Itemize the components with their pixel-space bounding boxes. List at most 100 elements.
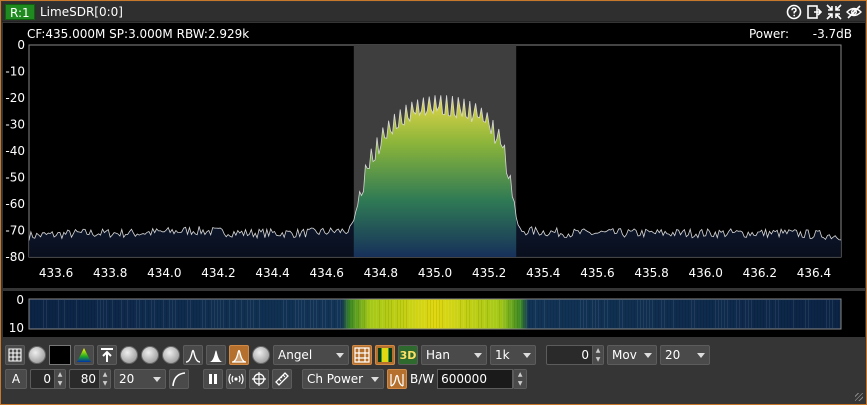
power-value: -3.7dB <box>812 27 852 41</box>
channel-power-marker-button[interactable] <box>387 369 407 389</box>
spin-arrows[interactable]: ▲ ▼ <box>99 370 110 388</box>
waterfall-streak <box>787 300 788 328</box>
3d-spectrogram-button[interactable]: 3D <box>398 345 418 365</box>
waterfall-streak <box>328 300 329 328</box>
waterfall-toggle-button[interactable] <box>375 345 395 365</box>
waterfall-streak <box>592 300 593 328</box>
waterfall-streak <box>379 300 380 328</box>
waterfall-streak <box>739 300 740 328</box>
measurement-select[interactable]: Ch Power <box>302 369 384 389</box>
shrink-icon[interactable] <box>825 3 843 21</box>
waterfall-streak <box>187 300 188 328</box>
fft-size-select[interactable]: 1k <box>490 345 536 365</box>
waterfall-streak <box>532 300 533 328</box>
averaging-mode-select[interactable]: Mov <box>607 345 657 365</box>
pause-button[interactable] <box>203 369 223 389</box>
waterfall-streak <box>835 300 836 328</box>
waterfall-streak <box>412 300 413 328</box>
fill-color-swatch[interactable] <box>49 345 71 365</box>
fft-overlap-spinbox[interactable]: 0 ▲ ▼ <box>546 345 604 365</box>
waterfall-streak <box>85 300 86 328</box>
waterfall-streak <box>310 300 311 328</box>
help-icon[interactable] <box>785 3 803 21</box>
waterfall-streak <box>331 300 332 328</box>
waterfall-trace-button[interactable] <box>229 345 249 365</box>
waterfall-streak <box>226 300 227 328</box>
auto-scale-button[interactable]: A <box>5 369 27 389</box>
waterfall-streak <box>559 300 560 328</box>
bandwidth-input[interactable]: 600000 <box>437 369 514 389</box>
waterfall-streak <box>163 300 164 328</box>
move-icon[interactable] <box>805 3 823 21</box>
waterfall-streak <box>526 300 527 328</box>
bandwidth-spin-arrows[interactable]: ▲ ▼ <box>513 369 528 389</box>
reference-level-spinbox[interactable]: 0 ▲ ▼ <box>30 369 66 389</box>
waterfall-streak <box>514 300 515 328</box>
waterfall-streak <box>334 300 335 328</box>
stroke-dial[interactable] <box>162 346 180 364</box>
grid-intensity-dial[interactable] <box>28 346 46 364</box>
grid-lines-button[interactable] <box>352 345 372 365</box>
waterfall-streak <box>355 300 356 328</box>
waterfall-streak <box>112 300 113 328</box>
waterfall-streak <box>673 300 674 328</box>
waterfall-streak <box>628 300 629 328</box>
gradient-fill-button[interactable] <box>74 345 94 365</box>
waterfall-plot: 0 10 <box>9 293 842 335</box>
waterfall-streak <box>616 300 617 328</box>
waterfall-streak <box>319 300 320 328</box>
x-tick-label: 436.2 <box>743 266 777 280</box>
3d-label: 3D <box>399 348 417 362</box>
waterfall-streak <box>706 300 707 328</box>
title-bar: R:1 LimeSDR[0:0] <box>2 2 865 22</box>
waterfall-streak <box>157 300 158 328</box>
spin-arrows[interactable]: ▲ ▼ <box>514 370 527 388</box>
sync-broadcast-icon[interactable] <box>226 369 246 389</box>
waterfall-display[interactable]: 0 10 <box>3 291 865 337</box>
waterfall-streak <box>754 300 755 328</box>
decay-dial[interactable] <box>120 346 138 364</box>
title-bar-icons <box>785 3 863 21</box>
waterfall-streak <box>76 300 77 328</box>
spin-arrows[interactable]: ▲ ▼ <box>592 346 603 364</box>
waterfall-streak <box>427 300 428 328</box>
range-spinbox[interactable]: 80 ▲ ▼ <box>69 369 111 389</box>
reference-level-button[interactable] <box>97 345 117 365</box>
fft-window-select[interactable]: Han <box>421 345 487 365</box>
reference-level-value: 0 <box>43 372 51 386</box>
y-tick-label: 0 <box>17 38 25 52</box>
averaging-count-select[interactable]: 20 <box>660 345 710 365</box>
ruler-icon[interactable] <box>272 369 292 389</box>
device-index-badge[interactable]: R:1 <box>5 4 35 20</box>
waterfall-streak <box>133 300 134 328</box>
linear-scale-button[interactable] <box>169 369 189 389</box>
waterfall-band <box>28 298 842 330</box>
waterfall-streak <box>286 300 287 328</box>
decay-divisor-dial[interactable] <box>141 346 159 364</box>
waterfall-streak <box>166 300 167 328</box>
spin-arrows[interactable]: ▲ ▼ <box>54 370 65 388</box>
waterfall-streak <box>94 300 95 328</box>
waterfall-streak <box>820 300 821 328</box>
resize-grip[interactable] <box>855 393 863 401</box>
waterfall-streak <box>784 300 785 328</box>
decay-select[interactable]: 20 <box>114 369 166 389</box>
crosshair-icon[interactable] <box>249 369 269 389</box>
current-trace-button[interactable] <box>206 345 226 365</box>
waterfall-streak <box>325 300 326 328</box>
waterfall-streak <box>433 300 434 328</box>
palette-select[interactable]: Angel <box>273 345 349 365</box>
max-hold-button[interactable] <box>183 345 203 365</box>
waterfall-streak <box>646 300 647 328</box>
spectrum-display[interactable]: 0 -10 -20 -30 -40 -50 -60 -70 -80 433.6 433.8 434.0… <box>3 23 865 288</box>
waterfall-streak <box>178 300 179 328</box>
hide-icon[interactable] <box>845 3 863 21</box>
x-tick-label: 435.2 <box>472 266 506 280</box>
waterfall-streak <box>421 300 422 328</box>
waterfall-streak <box>31 300 32 328</box>
grid-toggle-button[interactable] <box>5 345 25 365</box>
waterfall-streak <box>688 300 689 328</box>
waterfall-streak <box>496 300 497 328</box>
waterfall-streak <box>160 300 161 328</box>
trace-intensity-dial[interactable] <box>252 346 270 364</box>
